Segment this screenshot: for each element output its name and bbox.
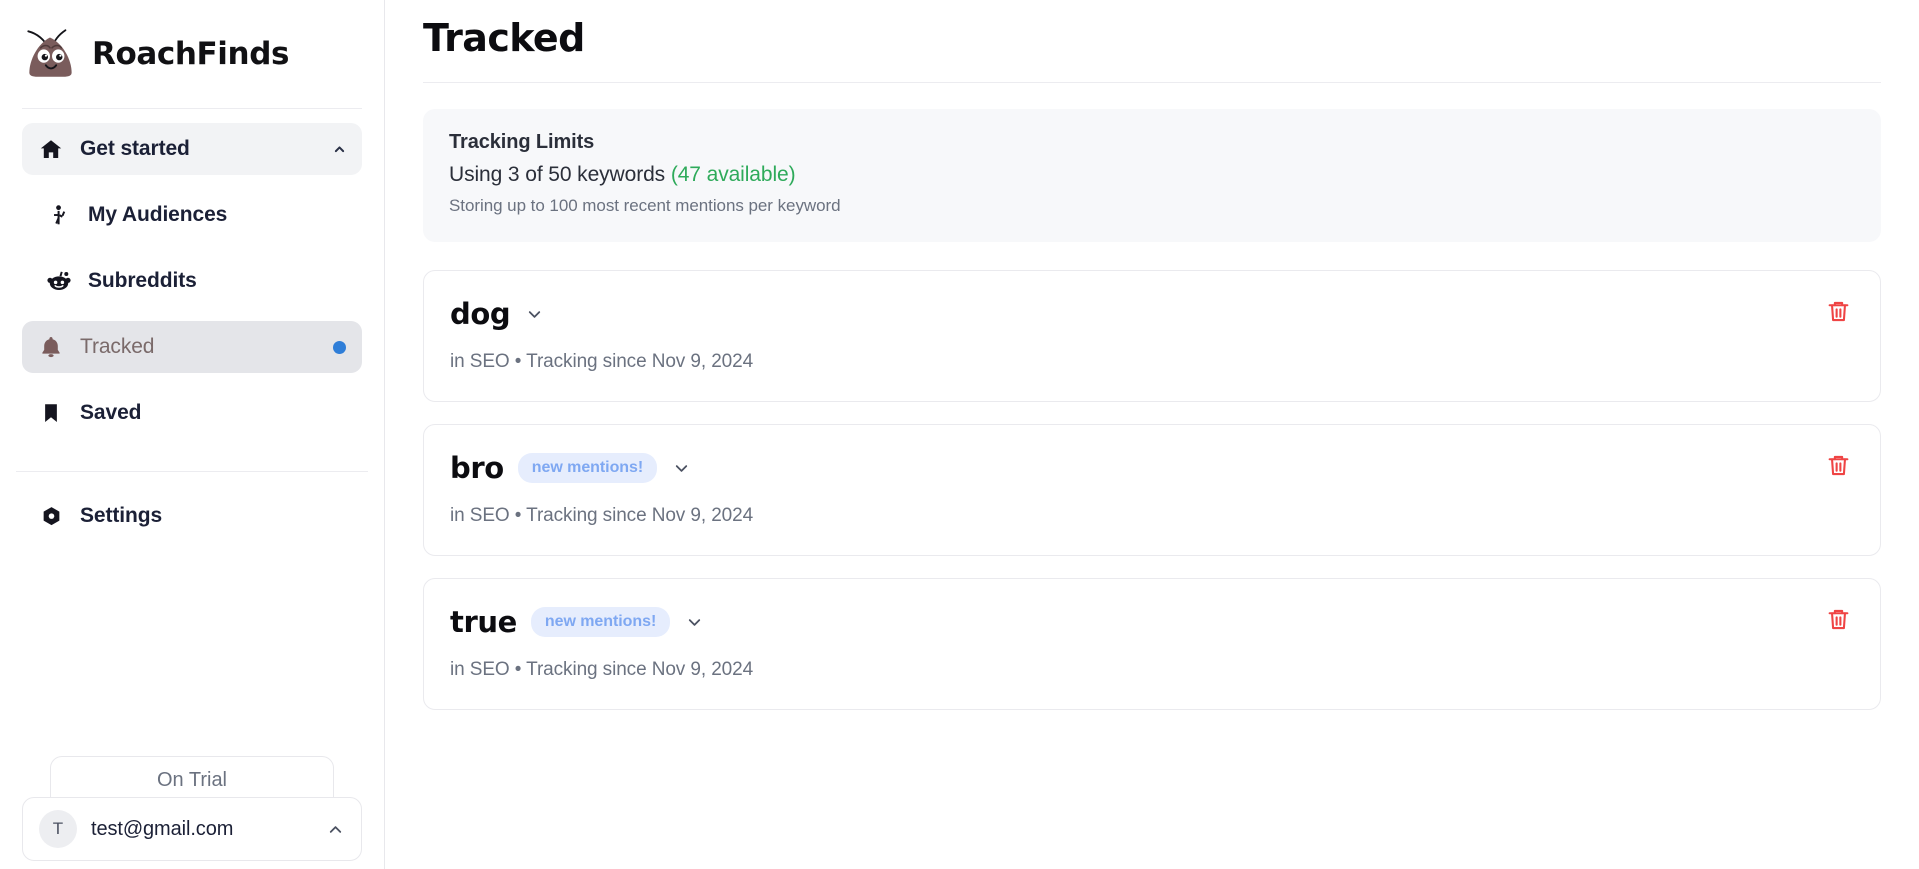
new-mentions-badge: new mentions! (530, 607, 671, 637)
keyword-name: bro (450, 451, 504, 485)
title-divider (423, 82, 1881, 83)
keyword-name: dog (450, 297, 511, 331)
user-account-menu[interactable]: T test@gmail.com (22, 797, 362, 861)
tracking-limits-card: Tracking Limits Using 3 of 50 keywords (… (423, 109, 1881, 242)
sidebar-item-tracked[interactable]: Tracked (22, 321, 362, 373)
sidebar-item-get-started[interactable]: Get started (22, 123, 362, 175)
sidebar-item-settings[interactable]: Settings (22, 490, 362, 542)
sidebar-item-label: My Audiences (88, 203, 228, 226)
sidebar-item-label: Settings (80, 504, 163, 527)
delete-keyword-button[interactable] (1824, 607, 1852, 635)
keyword-card-body: dog in SEO • Tracking since Nov 9, 2024 (450, 297, 1850, 373)
chevron-down-icon[interactable] (684, 612, 704, 632)
chevron-down-icon[interactable] (524, 304, 544, 324)
trial-status-label: On Trial (156, 769, 228, 791)
avatar: T (39, 810, 77, 848)
keyword-card-header: true new mentions! (450, 605, 1850, 639)
person-wave-icon (46, 202, 72, 228)
brand-header[interactable]: RoachFinds (0, 0, 384, 108)
sidebar-footer: On Trial T test@gmail.com (0, 756, 384, 861)
tracking-limits-title: Tracking Limits (449, 131, 595, 153)
keyword-card-header: bro new mentions! (450, 451, 1850, 485)
keyword-card-header: dog (450, 297, 1850, 331)
sidebar-item-label: Saved (80, 401, 142, 424)
keyword-card[interactable]: bro new mentions! in SEO • Tracking sinc… (423, 424, 1881, 556)
bell-icon (38, 334, 64, 360)
bookmark-icon (38, 400, 64, 426)
home-icon (38, 136, 64, 162)
sidebar-item-label: Tracked (80, 335, 155, 358)
page-title: Tracked (423, 16, 585, 60)
delete-keyword-button[interactable] (1824, 453, 1852, 481)
app-root: RoachFinds Get started My Audiences Subr… (0, 0, 1919, 869)
unread-indicator-dot (333, 340, 346, 354)
sidebar-item-label: Get started (80, 137, 190, 160)
sidebar-settings-divider (16, 471, 368, 472)
trash-icon (1826, 299, 1851, 327)
main-content: Tracked Tracking Limits Using 3 of 50 ke… (385, 0, 1919, 869)
sidebar: RoachFinds Get started My Audiences Subr… (0, 0, 385, 869)
user-email-label: test@gmail.com (91, 817, 234, 840)
keyword-meta: in SEO • Tracking since Nov 9, 2024 (450, 659, 754, 680)
brand-name: RoachFinds (92, 36, 290, 72)
sidebar-item-label: Subreddits (88, 269, 197, 292)
delete-keyword-button[interactable] (1824, 299, 1852, 327)
keyword-card-body: true new mentions! in SEO • Tracking sin… (450, 605, 1850, 681)
tracking-limits-note: Storing up to 100 most recent mentions p… (449, 196, 841, 215)
chevron-down-icon[interactable] (671, 458, 691, 478)
keyword-card-body: bro new mentions! in SEO • Tracking sinc… (450, 451, 1850, 527)
roach-mascot-logo-icon (18, 21, 84, 87)
sidebar-nav: Get started My Audiences Subreddits Trac… (0, 109, 384, 556)
keyword-usage-text: Using 3 of 50 keywords (449, 163, 666, 186)
sidebar-item-my-audiences[interactable]: My Audiences (22, 189, 362, 241)
reddit-icon (46, 268, 72, 294)
keyword-meta: in SEO • Tracking since Nov 9, 2024 (450, 351, 754, 372)
tracking-limits-usage: Using 3 of 50 keywords (47 available) (449, 163, 1855, 187)
new-mentions-badge: new mentions! (517, 453, 658, 483)
chevron-up-icon[interactable] (332, 142, 346, 156)
sidebar-item-saved[interactable]: Saved (22, 387, 362, 439)
trash-icon (1826, 453, 1851, 481)
keyword-card[interactable]: dog in SEO • Tracking since Nov 9, 2024 (423, 270, 1881, 402)
keyword-card[interactable]: true new mentions! in SEO • Tracking sin… (423, 578, 1881, 710)
sidebar-item-subreddits[interactable]: Subreddits (22, 255, 362, 307)
gear-icon (38, 503, 64, 529)
keyword-meta: in SEO • Tracking since Nov 9, 2024 (450, 505, 754, 526)
keywords-available-text: (47 available) (670, 163, 796, 186)
trash-icon (1826, 607, 1851, 635)
keyword-name: true (450, 605, 517, 639)
chevron-up-icon[interactable] (325, 819, 345, 839)
